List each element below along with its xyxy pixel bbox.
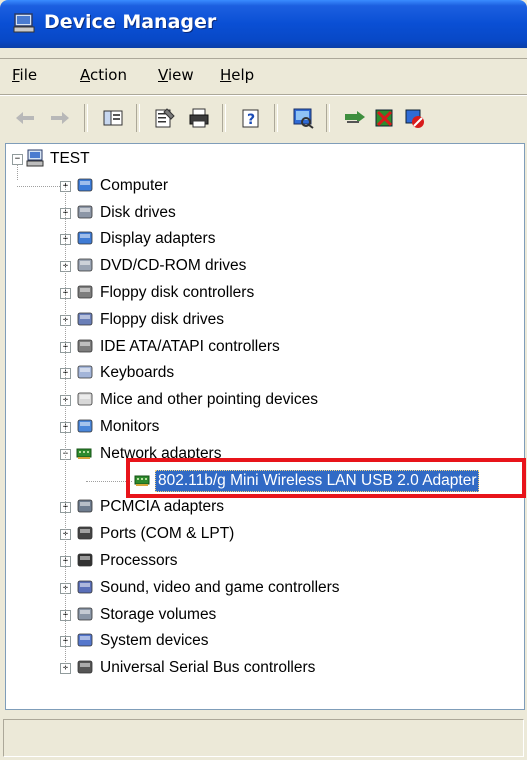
category-label: DVD/CD-ROM drives: [100, 257, 247, 275]
tree-connector: [65, 185, 66, 669]
toolbar-separator: [326, 104, 330, 132]
pcmcia-icon: [76, 497, 94, 515]
menu-action[interactable]: Action: [80, 66, 127, 84]
processor-icon: [76, 551, 94, 569]
menu-bar: File Action View Help: [0, 60, 527, 94]
category-label: PCMCIA adapters: [100, 498, 225, 516]
computer-icon: [26, 149, 44, 167]
properties-icon[interactable]: [152, 105, 178, 131]
category-label: Mice and other pointing devices: [100, 391, 318, 409]
show-hide-console-tree-icon[interactable]: [100, 105, 126, 131]
category-row-floppy-disk-controllers[interactable]: + Floppy disk controllers: [6, 280, 524, 306]
port-icon: [76, 524, 94, 542]
sound-icon: [76, 578, 94, 596]
storage-volume-icon: [76, 605, 94, 623]
category-label: Monitors: [100, 418, 160, 435]
update-driver-icon[interactable]: [342, 105, 368, 131]
category-label: Sound, video and game controllers: [100, 578, 340, 596]
scan-hardware-icon[interactable]: [290, 105, 316, 131]
keyboard-icon: [76, 363, 94, 381]
menu-file[interactable]: File: [12, 66, 37, 84]
tree-root-label: TEST: [50, 150, 90, 167]
toolbar: ?: [0, 96, 527, 140]
ide-controller-icon: [76, 337, 94, 355]
tree-root[interactable]: − TEST: [6, 146, 524, 172]
computer-icon: [76, 176, 94, 194]
category-row-floppy-disk-drives[interactable]: + Floppy disk drives: [6, 307, 524, 333]
category-row-monitors[interactable]: + Monitors: [6, 414, 524, 440]
category-row-ports-com-lpt-[interactable]: + Ports (COM & LPT): [6, 521, 524, 547]
forward-arrow-icon[interactable]: [47, 105, 73, 131]
category-label: Floppy disk drives: [100, 310, 225, 328]
category-row-pcmcia-adapters[interactable]: + PCMCIA adapters: [6, 494, 524, 520]
title-bar[interactable]: Device Manager: [0, 0, 527, 48]
category-label: Keyboards: [100, 364, 175, 382]
category-row-disk-drives[interactable]: + Disk drives: [6, 200, 524, 226]
menu-view[interactable]: View: [158, 66, 194, 84]
floppy-drive-icon: [76, 310, 94, 328]
mouse-icon: [76, 390, 94, 408]
disable-icon[interactable]: [402, 105, 428, 131]
device-tree[interactable]: − TEST + Computer + Disk drives + Display adapt…: [5, 143, 525, 710]
monitor-icon: [76, 417, 94, 435]
back-arrow-icon[interactable]: [12, 105, 38, 131]
category-label: Ports (COM & LPT): [100, 525, 235, 543]
category-label: IDE ATA/ATAPI controllers: [100, 337, 280, 355]
uninstall-icon[interactable]: [372, 105, 398, 131]
help-icon[interactable]: ?: [238, 105, 264, 131]
status-pane: [3, 719, 524, 757]
toolbar-separator: [222, 104, 226, 132]
toolbar-separator: [274, 104, 278, 132]
highlight-annotation: [126, 458, 526, 498]
network-adapter-icon: [76, 444, 94, 462]
category-row-ide-ata-atapi-controllers[interactable]: + IDE ATA/ATAPI controllers: [6, 334, 524, 360]
computer-icon: [13, 13, 35, 33]
toolbar-separator: [84, 104, 88, 132]
divider: [0, 58, 527, 59]
print-icon[interactable]: [186, 105, 212, 131]
category-row-universal-serial-bus-controllers[interactable]: + Universal Serial Bus controllers: [6, 655, 524, 681]
category-label: Universal Serial Bus controllers: [100, 659, 316, 677]
system-device-icon: [76, 631, 94, 649]
menu-help[interactable]: Help: [220, 66, 254, 84]
category-row-mice-and-other-pointing-devices[interactable]: + Mice and other pointing devices: [6, 387, 524, 413]
category-row-system-devices[interactable]: + System devices: [6, 628, 524, 654]
category-row-processors[interactable]: + Processors: [6, 548, 524, 574]
tree-connector: [17, 185, 60, 187]
usb-icon: [76, 658, 94, 676]
floppy-controller-icon: [76, 283, 94, 301]
category-row-computer[interactable]: + Computer: [6, 173, 524, 199]
dvd-drive-icon: [76, 256, 94, 274]
category-label: Display adapters: [100, 230, 216, 248]
category-row-storage-volumes[interactable]: + Storage volumes: [6, 602, 524, 628]
toolbar-separator: [136, 104, 140, 132]
category-label: Processors: [100, 552, 178, 569]
category-row-dvd-cd-rom-drives[interactable]: + DVD/CD-ROM drives: [6, 253, 524, 279]
tree-connector: [17, 164, 18, 180]
category-label: Computer: [100, 176, 169, 194]
category-label: System devices: [100, 632, 209, 650]
svg-text:?: ?: [247, 112, 255, 128]
status-bar: [0, 715, 527, 760]
device-manager-window: Device Manager File Action View Help ? −…: [0, 0, 527, 760]
category-row-sound-video-and-game-controllers[interactable]: + Sound, video and game controllers: [6, 575, 524, 601]
category-label: Disk drives: [100, 203, 176, 221]
disk-drive-icon: [76, 203, 94, 221]
category-label: Storage volumes: [100, 605, 217, 623]
category-row-keyboards[interactable]: + Keyboards: [6, 360, 524, 386]
category-row-display-adapters[interactable]: + Display adapters: [6, 226, 524, 252]
category-label: Floppy disk controllers: [100, 284, 255, 301]
window-title: Device Manager: [44, 11, 217, 33]
display-adapter-icon: [76, 229, 94, 247]
